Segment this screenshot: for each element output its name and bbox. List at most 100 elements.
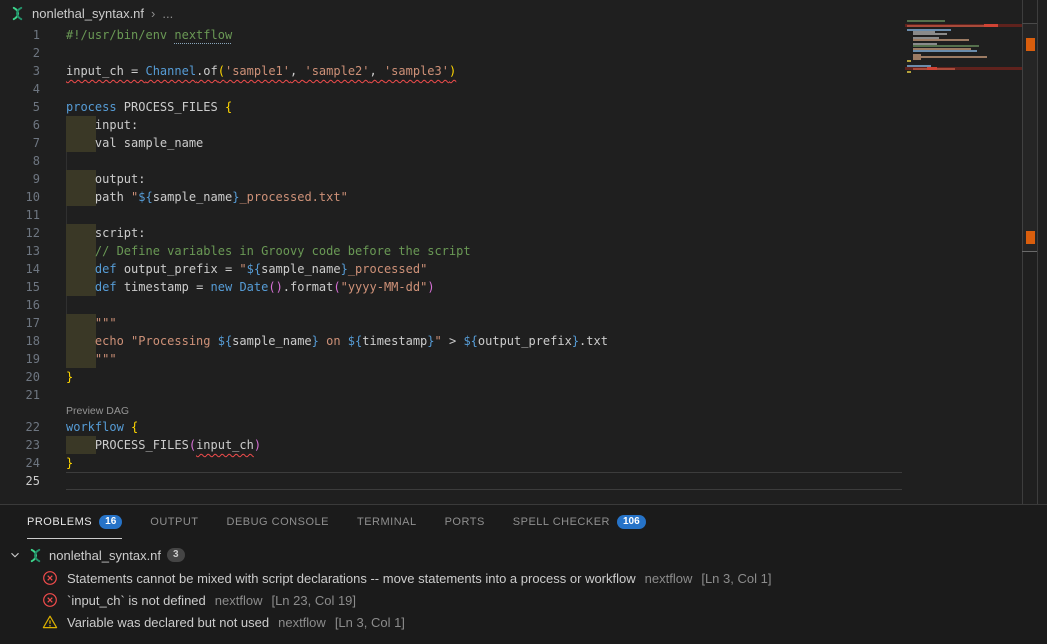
line-text: path "${sample_name}_processed.txt" (66, 188, 348, 206)
code-line-14[interactable]: 14 def output_prefix = "${sample_name}_p… (0, 260, 905, 278)
minimap-line (927, 67, 937, 70)
line-text: } (66, 454, 73, 472)
line-number: 11 (0, 206, 40, 224)
minimap-line (907, 20, 945, 22)
code-line-21[interactable]: 21 (0, 386, 905, 404)
breadcrumb: nonlethal_syntax.nf › ... (0, 0, 1047, 26)
code-line-17[interactable]: 17 """ (0, 314, 905, 332)
problem-row[interactable]: `input_ch` is not definednextflow[Ln 23,… (0, 589, 1047, 611)
line-number: 24 (0, 454, 40, 472)
problems-file-name: nonlethal_syntax.nf (49, 548, 161, 563)
code-line-7[interactable]: 7 val sample_name (0, 134, 905, 152)
line-text: output: (66, 170, 145, 188)
line-number: 4 (0, 80, 40, 98)
line-number: 16 (0, 296, 40, 314)
problem-message: Variable was declared but not used (67, 615, 269, 630)
minimap-line (913, 50, 977, 52)
line-number: 10 (0, 188, 40, 206)
problem-location: [Ln 3, Col 1] (701, 571, 771, 586)
error-icon (42, 592, 58, 608)
nextflow-file-icon (10, 6, 25, 21)
code-line-12[interactable]: 12 script: (0, 224, 905, 242)
code-line-25[interactable]: 25 (0, 472, 905, 490)
line-number: 12 (0, 224, 40, 242)
code-line-5[interactable]: 5process PROCESS_FILES { (0, 98, 905, 116)
code-line-9[interactable]: 9 output: (0, 170, 905, 188)
minimap-line (913, 56, 987, 58)
problems-file-count-badge: 3 (167, 548, 185, 562)
panel-tab-ports[interactable]: PORTS (445, 505, 485, 539)
line-number: 20 (0, 368, 40, 386)
problem-row[interactable]: Variable was declared but not used nextfl… (0, 611, 1047, 633)
code-line-4[interactable]: 4 (0, 80, 905, 98)
line-number: 17 (0, 314, 40, 332)
tab-label: DEBUG CONSOLE (227, 516, 329, 528)
code-line-3[interactable]: 3 input_ch = Channel.of('sample1', 'sampl… (0, 62, 905, 80)
line-text: input_ch = Channel.of('sample1', 'sample… (66, 62, 456, 80)
code-line-19[interactable]: 19 """ (0, 350, 905, 368)
tab-badge: 106 (617, 515, 646, 529)
panel-tab-output[interactable]: OUTPUT (150, 505, 198, 539)
breadcrumb-more[interactable]: ... (162, 6, 173, 21)
breadcrumb-file[interactable]: nonlethal_syntax.nf (32, 6, 144, 21)
line-text: """ (66, 350, 117, 368)
code-line-10[interactable]: 10 path "${sample_name}_processed.txt" (0, 188, 905, 206)
panel-tab-problems[interactable]: PROBLEMS16 (27, 505, 122, 539)
problem-location: [Ln 3, Col 1] (335, 615, 405, 630)
line-number: 7 (0, 134, 40, 152)
line-number: 21 (0, 386, 40, 404)
line-number: 19 (0, 350, 40, 368)
indent-guide (66, 152, 67, 170)
line-number: 18 (0, 332, 40, 350)
tab-label: TERMINAL (357, 516, 417, 528)
indent-guide (66, 206, 67, 224)
code-line-15[interactable]: 15 def timestamp = new Date().format("yy… (0, 278, 905, 296)
overview-ruler-error-mark (1026, 231, 1035, 244)
line-text: } (66, 368, 73, 386)
line-number: 1 (0, 26, 40, 44)
problems-list: Statements cannot be mixed with script d… (0, 567, 1047, 633)
code-line-16[interactable]: 16 (0, 296, 905, 314)
editor-area: nonlethal_syntax.nf › ... 1#!/usr/bin/en… (0, 0, 1047, 504)
panel-tab-terminal[interactable]: TERMINAL (357, 505, 417, 539)
line-number: 2 (0, 44, 40, 62)
code-line-23[interactable]: 23 PROCESS_FILES(input_ch) (0, 436, 905, 454)
code-line-24[interactable]: 24} (0, 454, 905, 472)
line-number: 9 (0, 170, 40, 188)
code-line-18[interactable]: 18 echo "Processing ${sample_name} on ${… (0, 332, 905, 350)
problem-message: `input_ch` is not defined (67, 593, 206, 608)
panel-tab-debug-console[interactable]: DEBUG CONSOLE (227, 505, 329, 539)
line-number: 13 (0, 242, 40, 260)
code-line-22[interactable]: 22workflow { (0, 418, 905, 436)
minimap-line (907, 71, 911, 73)
code-line-11[interactable]: 11 (0, 206, 905, 224)
code-line-1[interactable]: 1#!/usr/bin/env nextflow (0, 26, 905, 44)
panel-tab-spell-checker[interactable]: SPELL CHECKER106 (513, 505, 646, 539)
minimap-line (984, 24, 998, 27)
problem-source: nextflow (215, 593, 263, 608)
minimap[interactable] (905, 0, 1022, 504)
problem-row[interactable]: Statements cannot be mixed with script d… (0, 567, 1047, 589)
breadcrumb-separator-icon: › (151, 6, 155, 21)
line-number: 3 (0, 62, 40, 80)
scrollbar-slider[interactable] (1022, 23, 1037, 252)
tab-badge: 16 (99, 515, 122, 529)
minimap-line (913, 33, 947, 35)
warning-icon (42, 614, 58, 630)
code-line-6[interactable]: 6 input: (0, 116, 905, 134)
line-number: 14 (0, 260, 40, 278)
problem-message: Statements cannot be mixed with script d… (67, 571, 636, 586)
bottom-panel: PROBLEMS16 OUTPUT DEBUG CONSOLE TERMINAL POR… (0, 504, 1047, 644)
problems-file-group[interactable]: nonlethal_syntax.nf 3 (0, 543, 1047, 567)
code-line-8[interactable]: 8 (0, 152, 905, 170)
line-text: PROCESS_FILES(input_ch) (66, 436, 261, 454)
code-line-2[interactable]: 2 (0, 44, 905, 62)
code-line-13[interactable]: 13 // Define variables in Groovy code be… (0, 242, 905, 260)
problem-source: nextflow (645, 571, 693, 586)
chevron-down-icon[interactable] (8, 548, 22, 562)
code-lines[interactable]: 1#!/usr/bin/env nextflow23 input_ch = Cha… (0, 26, 905, 490)
line-text: process PROCESS_FILES { (66, 98, 232, 116)
code-line-20[interactable]: 20} (0, 368, 905, 386)
codelens-preview-dag[interactable]: Preview DAG (0, 404, 905, 418)
problem-source: nextflow (278, 615, 326, 630)
